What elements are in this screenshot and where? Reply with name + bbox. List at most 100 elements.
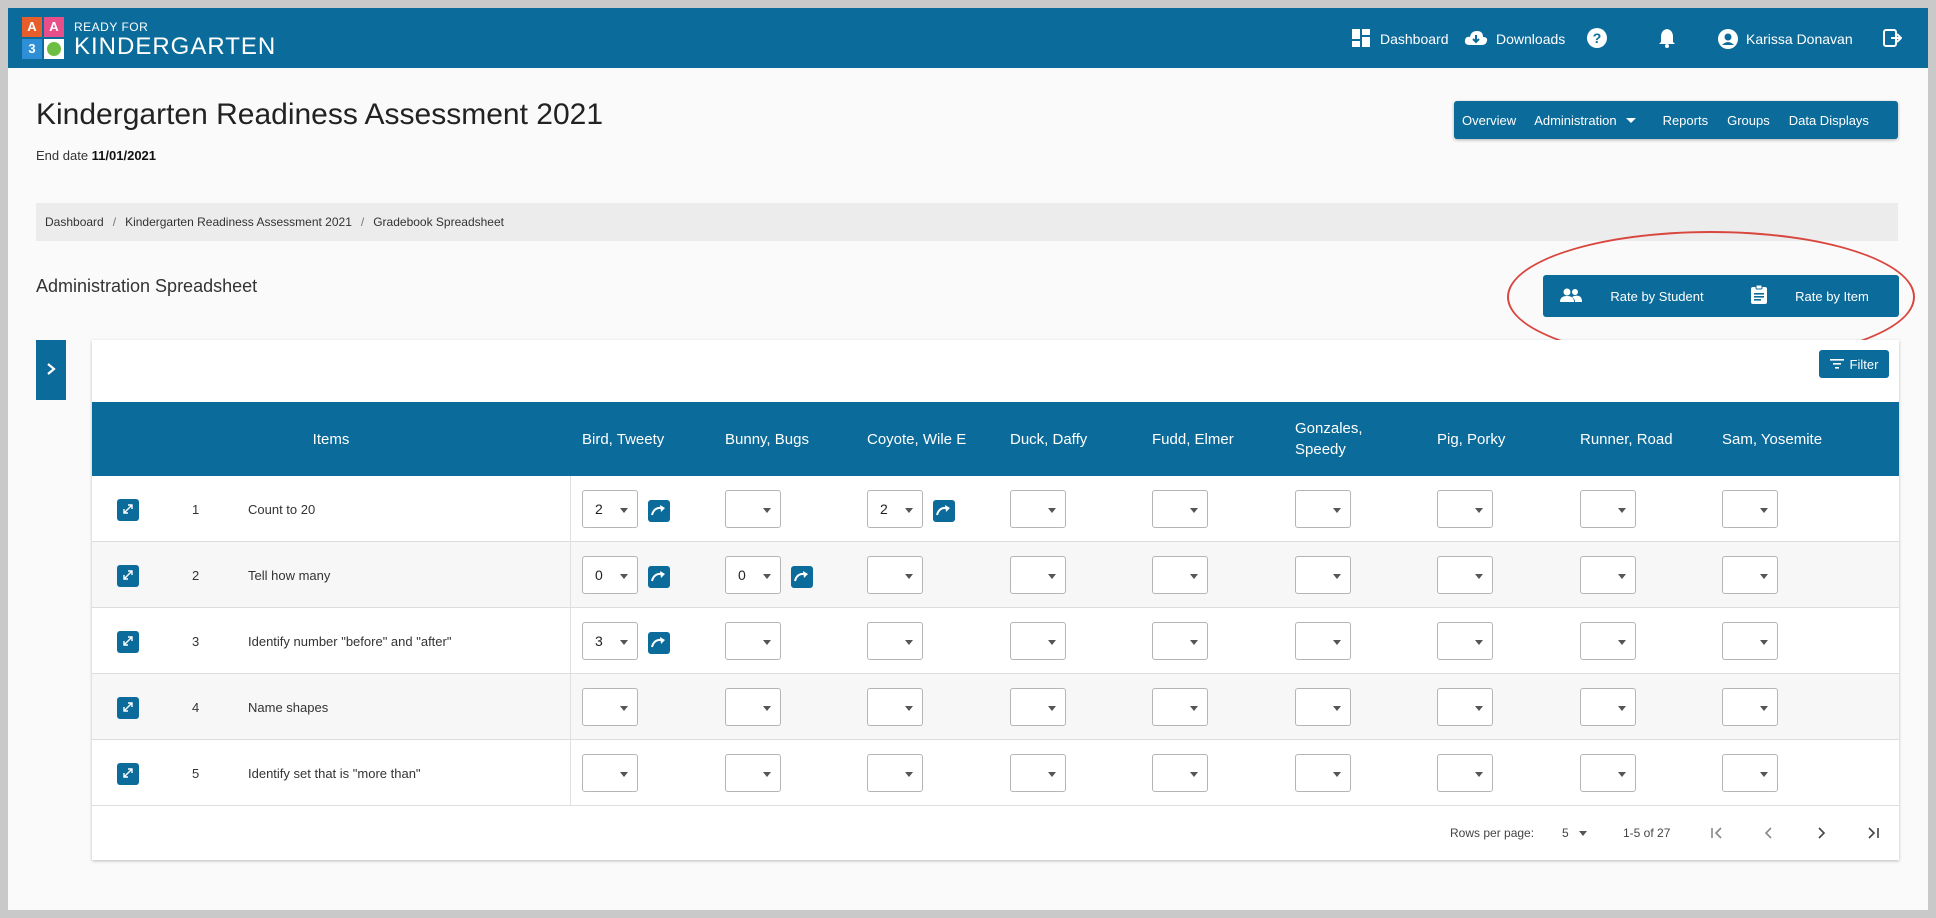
rating-select[interactable]: [582, 754, 638, 792]
redo-icon: [648, 571, 670, 592]
rating-select[interactable]: [1722, 622, 1778, 660]
redo-button[interactable]: [648, 632, 670, 654]
rating-select[interactable]: [1580, 490, 1636, 528]
rating-select[interactable]: [1295, 754, 1351, 792]
rating-select[interactable]: [1152, 556, 1208, 594]
rating-select[interactable]: [1437, 622, 1493, 660]
dashboard-icon: [1352, 29, 1372, 49]
rating-value: 0: [595, 567, 603, 583]
caret-down-icon: [763, 640, 771, 645]
notifications-button[interactable]: [1658, 28, 1678, 48]
item-number: 5: [192, 765, 200, 781]
rating-select[interactable]: [1580, 622, 1636, 660]
rating-select[interactable]: [867, 754, 923, 792]
logout-button[interactable]: [1882, 28, 1903, 48]
table-row: 3 Identify number "before" and "after" 3: [92, 608, 1899, 674]
rating-select[interactable]: [1010, 688, 1066, 726]
redo-button[interactable]: [648, 566, 670, 588]
rating-select[interactable]: [1010, 490, 1066, 528]
redo-button[interactable]: [648, 500, 670, 522]
rating-select[interactable]: 2: [582, 490, 638, 528]
rating-select[interactable]: [1152, 622, 1208, 660]
caret-down-icon: [905, 508, 913, 513]
rating-select[interactable]: [1437, 688, 1493, 726]
rating-select[interactable]: [1152, 754, 1208, 792]
rating-select[interactable]: [1295, 490, 1351, 528]
rating-select[interactable]: [725, 490, 781, 528]
rating-select[interactable]: [1722, 490, 1778, 528]
rating-select[interactable]: [1295, 688, 1351, 726]
rating-select[interactable]: [867, 556, 923, 594]
rating-select[interactable]: [1152, 490, 1208, 528]
caret-down-icon: [1618, 508, 1626, 513]
breadcrumb-dashboard[interactable]: Dashboard: [45, 215, 104, 229]
logo[interactable]: A A 3: [22, 17, 66, 59]
rows-per-page-select[interactable]: 5: [1562, 806, 1587, 860]
expand-icon: [123, 767, 133, 781]
expand-row-button[interactable]: [117, 697, 139, 719]
rating-select[interactable]: [1152, 688, 1208, 726]
menu-groups[interactable]: Groups: [1717, 113, 1779, 128]
next-page-icon[interactable]: [1816, 806, 1826, 860]
expand-sidebar-button[interactable]: [36, 340, 66, 400]
rating-select[interactable]: [1580, 556, 1636, 594]
redo-button[interactable]: [933, 500, 955, 522]
rating-select[interactable]: 0: [582, 556, 638, 594]
menu-data-displays[interactable]: Data Displays: [1779, 113, 1878, 128]
rating-select[interactable]: [1722, 754, 1778, 792]
rating-select[interactable]: [1437, 556, 1493, 594]
rating-select[interactable]: [1722, 556, 1778, 594]
expand-icon: [123, 569, 133, 583]
filter-button[interactable]: Filter: [1819, 350, 1889, 378]
expand-row-button[interactable]: [117, 565, 139, 587]
item-label: Count to 20: [248, 501, 316, 517]
nav-downloads[interactable]: Downloads: [1464, 29, 1565, 49]
nav-dashboard[interactable]: Dashboard: [1352, 29, 1449, 49]
breadcrumb-assessment[interactable]: Kindergarten Readiness Assessment 2021: [125, 215, 352, 229]
rating-select[interactable]: [1295, 622, 1351, 660]
table-row: 4 Name shapes: [92, 674, 1899, 740]
caret-down-icon: [1625, 117, 1636, 123]
rating-select[interactable]: [1437, 754, 1493, 792]
menu-administration[interactable]: Administration: [1525, 113, 1644, 128]
rating-select[interactable]: [1722, 688, 1778, 726]
expand-row-button[interactable]: [117, 499, 139, 521]
rating-select[interactable]: [1437, 490, 1493, 528]
first-page-icon[interactable]: [1710, 806, 1724, 860]
item-number: 4: [192, 699, 200, 715]
rating-select[interactable]: [1010, 556, 1066, 594]
rating-select[interactable]: [725, 754, 781, 792]
rating-select[interactable]: [1010, 754, 1066, 792]
caret-down-icon: [620, 574, 628, 579]
rows-per-page-label: Rows per page:: [1450, 826, 1535, 840]
last-page-icon[interactable]: [1866, 806, 1880, 860]
rating-select[interactable]: 2: [867, 490, 923, 528]
rating-select[interactable]: [1580, 688, 1636, 726]
redo-button[interactable]: [791, 566, 813, 588]
rating-select[interactable]: 0: [725, 556, 781, 594]
rating-value: 2: [880, 501, 888, 517]
rating-select[interactable]: [1295, 556, 1351, 594]
rating-select[interactable]: [867, 688, 923, 726]
previous-page-icon[interactable]: [1764, 806, 1774, 860]
caret-down-icon: [1475, 640, 1483, 645]
user-menu[interactable]: Karissa Donavan: [1718, 29, 1853, 49]
menu-overview[interactable]: Overview: [1454, 113, 1525, 128]
rating-select[interactable]: [867, 622, 923, 660]
table-header: Items Bird, Tweety Bunny, Bugs Coyote, Wil…: [92, 402, 1899, 476]
rating-value: 3: [595, 633, 603, 649]
caret-down-icon: [905, 574, 913, 579]
menu-reports[interactable]: Reports: [1645, 113, 1718, 128]
expand-row-button[interactable]: [117, 631, 139, 653]
rating-select[interactable]: [1580, 754, 1636, 792]
item-label: Name shapes: [248, 699, 329, 715]
help-button[interactable]: ?: [1587, 28, 1607, 48]
caret-down-icon: [1048, 508, 1056, 513]
expand-row-button[interactable]: [117, 763, 139, 785]
rating-select[interactable]: [1010, 622, 1066, 660]
rating-select[interactable]: 3: [582, 622, 638, 660]
rating-select[interactable]: [725, 688, 781, 726]
rating-select[interactable]: [582, 688, 638, 726]
redo-icon: [648, 505, 670, 526]
rating-select[interactable]: [725, 622, 781, 660]
